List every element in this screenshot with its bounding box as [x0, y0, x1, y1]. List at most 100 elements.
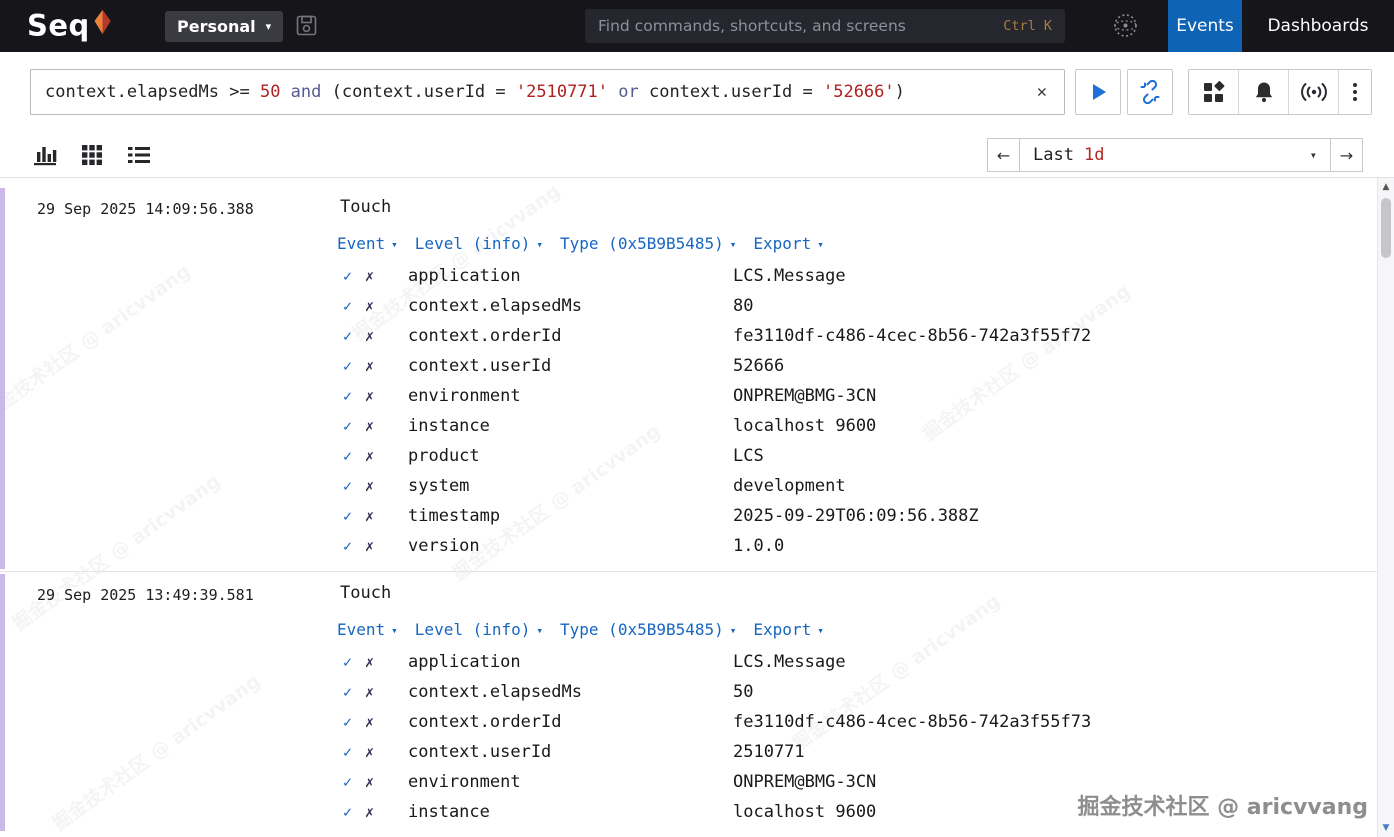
- property-name[interactable]: product: [408, 446, 733, 466]
- exclude-filter-icon[interactable]: ✗: [365, 773, 408, 791]
- property-value[interactable]: LCS.Message: [733, 652, 1377, 672]
- event-menu[interactable]: Event▾: [337, 234, 398, 253]
- property-value[interactable]: 2510771: [733, 742, 1377, 762]
- event-message[interactable]: Touch: [340, 197, 391, 217]
- property-name[interactable]: application: [408, 266, 733, 286]
- export-menu[interactable]: Export▾: [753, 620, 823, 639]
- property-value[interactable]: 1.0.0: [733, 536, 1377, 556]
- more-options-button[interactable]: [1339, 70, 1371, 114]
- include-filter-icon[interactable]: ✓: [343, 803, 365, 821]
- grid-view-button[interactable]: [81, 144, 103, 166]
- include-filter-icon[interactable]: ✓: [343, 683, 365, 701]
- exclude-filter-icon[interactable]: ✗: [365, 653, 408, 671]
- exclude-filter-icon[interactable]: ✗: [365, 743, 408, 761]
- export-menu[interactable]: Export▾: [753, 234, 823, 253]
- property-name[interactable]: instance: [408, 416, 733, 436]
- cluster-status-icon[interactable]: [1112, 12, 1139, 43]
- include-filter-icon[interactable]: ✓: [343, 713, 365, 731]
- exclude-filter-icon[interactable]: ✗: [365, 537, 408, 555]
- property-name[interactable]: context.orderId: [408, 326, 733, 346]
- query-text[interactable]: context.elapsedMs >= 50 and (context.use…: [45, 82, 1034, 102]
- property-name[interactable]: system: [408, 476, 733, 496]
- include-filter-icon[interactable]: ✓: [343, 447, 365, 465]
- property-value[interactable]: 52666: [733, 356, 1377, 376]
- vertical-scrollbar[interactable]: ▲ ▼: [1377, 178, 1394, 837]
- time-back-button[interactable]: ←: [987, 138, 1020, 172]
- level-menu[interactable]: Level (info)▾: [415, 620, 543, 639]
- live-stream-button[interactable]: [1289, 70, 1339, 114]
- workspace-dropdown[interactable]: Personal ▾: [165, 11, 283, 42]
- property-name[interactable]: application: [408, 652, 733, 672]
- exclude-filter-icon[interactable]: ✗: [365, 713, 408, 731]
- exclude-filter-icon[interactable]: ✗: [365, 683, 408, 701]
- property-name[interactable]: environment: [408, 772, 733, 792]
- property-name[interactable]: context.elapsedMs: [408, 296, 733, 316]
- include-filter-icon[interactable]: ✓: [343, 653, 365, 671]
- include-filter-icon[interactable]: ✓: [343, 297, 365, 315]
- exclude-filter-icon[interactable]: ✗: [365, 327, 408, 345]
- property-name[interactable]: instance: [408, 802, 733, 822]
- event-menu[interactable]: Event▾: [337, 620, 398, 639]
- scroll-up-icon[interactable]: ▲: [1378, 182, 1394, 192]
- property-name[interactable]: context.orderId: [408, 712, 733, 732]
- seq-logo[interactable]: Seq: [27, 12, 112, 41]
- type-menu[interactable]: Type (0x5B9B5485)▾: [560, 234, 736, 253]
- property-value[interactable]: 80: [733, 296, 1377, 316]
- time-forward-button[interactable]: →: [1330, 138, 1363, 172]
- exclude-filter-icon[interactable]: ✗: [365, 507, 408, 525]
- command-search-input[interactable]: [598, 17, 993, 35]
- exclude-filter-icon[interactable]: ✗: [365, 417, 408, 435]
- property-value[interactable]: localhost 9600: [733, 416, 1377, 436]
- property-name[interactable]: context.userId: [408, 742, 733, 762]
- time-range-dropdown[interactable]: Last 1d ▾: [1019, 138, 1331, 172]
- include-filter-icon[interactable]: ✓: [343, 743, 365, 761]
- type-menu[interactable]: Type (0x5B9B5485)▾: [560, 620, 736, 639]
- property-name[interactable]: version: [408, 536, 733, 556]
- include-filter-icon[interactable]: ✓: [343, 477, 365, 495]
- exclude-filter-icon[interactable]: ✗: [365, 357, 408, 375]
- property-name[interactable]: environment: [408, 386, 733, 406]
- scroll-down-icon[interactable]: ▼: [1378, 823, 1394, 833]
- clear-query-icon[interactable]: ✕: [1034, 82, 1050, 102]
- property-value[interactable]: LCS.Message: [733, 266, 1377, 286]
- property-value[interactable]: 50: [733, 682, 1377, 702]
- exclude-filter-icon[interactable]: ✗: [365, 387, 408, 405]
- unlink-signal-button[interactable]: [1127, 69, 1173, 115]
- property-value[interactable]: 2025-09-29T06:09:56.388Z: [733, 506, 1377, 526]
- add-to-dashboard-button[interactable]: [1189, 70, 1239, 114]
- level-menu[interactable]: Level (info)▾: [415, 234, 543, 253]
- property-name[interactable]: context.userId: [408, 356, 733, 376]
- property-value[interactable]: fe3110df-c486-4cec-8b56-742a3f55f73: [733, 712, 1377, 732]
- list-view-button[interactable]: [127, 144, 151, 166]
- chart-view-button[interactable]: [33, 144, 57, 166]
- include-filter-icon[interactable]: ✓: [343, 507, 365, 525]
- exclude-filter-icon[interactable]: ✗: [365, 803, 408, 821]
- property-value[interactable]: localhost 9600: [733, 802, 1377, 822]
- include-filter-icon[interactable]: ✓: [343, 417, 365, 435]
- property-value[interactable]: fe3110df-c486-4cec-8b56-742a3f55f72: [733, 326, 1377, 346]
- tab-dashboards[interactable]: Dashboards: [1242, 0, 1394, 52]
- event-row[interactable]: 29 Sep 2025 13:49:39.581 Touch Event▾ Le…: [0, 572, 1377, 833]
- tab-events[interactable]: Events: [1168, 0, 1242, 52]
- include-filter-icon[interactable]: ✓: [343, 267, 365, 285]
- property-name[interactable]: timestamp: [408, 506, 733, 526]
- exclude-filter-icon[interactable]: ✗: [365, 297, 408, 315]
- property-value[interactable]: development: [733, 476, 1377, 496]
- event-row[interactable]: 29 Sep 2025 14:09:56.388 Touch Event▾ Le…: [0, 186, 1377, 572]
- alerts-button[interactable]: [1239, 70, 1289, 114]
- include-filter-icon[interactable]: ✓: [343, 327, 365, 345]
- event-message[interactable]: Touch: [340, 583, 391, 603]
- exclude-filter-icon[interactable]: ✗: [365, 447, 408, 465]
- exclude-filter-icon[interactable]: ✗: [365, 477, 408, 495]
- exclude-filter-icon[interactable]: ✗: [365, 267, 408, 285]
- save-view-button[interactable]: [296, 15, 317, 40]
- property-name[interactable]: context.elapsedMs: [408, 682, 733, 702]
- query-input[interactable]: context.elapsedMs >= 50 and (context.use…: [30, 69, 1065, 115]
- property-value[interactable]: LCS: [733, 446, 1377, 466]
- include-filter-icon[interactable]: ✓: [343, 357, 365, 375]
- scrollbar-thumb[interactable]: [1381, 198, 1391, 258]
- include-filter-icon[interactable]: ✓: [343, 773, 365, 791]
- include-filter-icon[interactable]: ✓: [343, 537, 365, 555]
- include-filter-icon[interactable]: ✓: [343, 387, 365, 405]
- run-query-button[interactable]: [1075, 69, 1121, 115]
